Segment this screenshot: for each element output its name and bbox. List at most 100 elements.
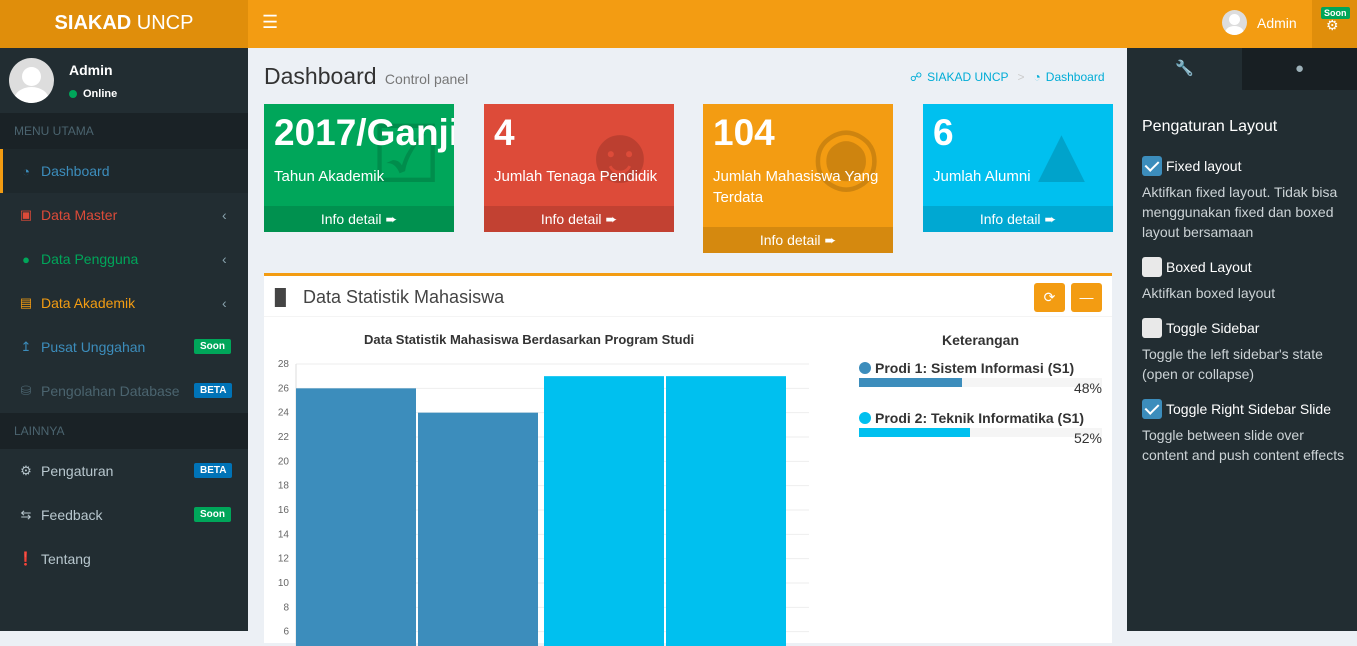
page-title-text: Dashboard <box>264 63 377 89</box>
wrench-icon: 🔧 <box>1175 60 1194 77</box>
brand-logo[interactable]: SIAKAD UNCP <box>0 0 248 48</box>
retweet-icon: ⇆ <box>20 507 32 522</box>
option-label: Toggle Right Sidebar Slide <box>1166 401 1331 417</box>
soon-badge: Soon <box>194 507 231 522</box>
control-sidebar-toggle[interactable]: Soon ⚙ <box>1312 0 1357 48</box>
chevron-left-icon: ‹ <box>222 295 227 311</box>
soon-badge: Soon <box>194 339 231 354</box>
fixed-layout-toggle[interactable]: Fixed layout <box>1142 156 1347 176</box>
sidebar-item-data-master[interactable]: ▣ Data Master ‹ <box>0 193 248 237</box>
info-detail-link[interactable]: Info detail ➨ <box>703 227 893 253</box>
info-icon: ❗ <box>17 551 35 566</box>
y-tick-label: 14 <box>278 529 290 540</box>
avatar <box>9 58 54 103</box>
checkbox[interactable] <box>1142 318 1162 338</box>
option-right-sidebar-slide: Toggle Right Sidebar Slide Toggle betwee… <box>1142 399 1347 465</box>
sidebar-item-label: Tentang <box>41 551 91 567</box>
sidebar-item-dashboard[interactable]: ◔ Dashboard <box>0 149 248 193</box>
option-toggle-sidebar: Toggle Sidebar Toggle the left sidebar's… <box>1142 318 1347 384</box>
option-label: Toggle Sidebar <box>1166 320 1260 336</box>
option-boxed-layout: Boxed Layout Aktifkan boxed layout <box>1142 257 1347 303</box>
stat-box-alumni: ▲ 6 Jumlah Alumni Info detail ➨ <box>923 104 1113 232</box>
sidebar-item-label: Data Akademik <box>41 295 136 311</box>
cogs-icon: ⚙ <box>20 463 32 478</box>
content-wrapper: Dashboard Control panel ☍ SIAKAD UNCP > … <box>248 48 1127 646</box>
info-detail-label: Info detail <box>540 211 602 227</box>
bar-chart: 28262422201816141210864 <box>278 359 809 646</box>
sidebar-item-label: Feedback <box>41 507 103 523</box>
sidebar-item-data-akademik[interactable]: ▤ Data Akademik ‹ <box>0 281 248 325</box>
y-tick-label: 22 <box>278 432 290 443</box>
database-icon: ⛁ <box>20 383 32 398</box>
sidebar-item-tentang[interactable]: ❗ Tentang <box>0 537 248 581</box>
sidebar-item-label: Data Pengguna <box>41 251 139 267</box>
legend-dot-icon <box>859 362 871 374</box>
brand-bold: SIAKAD <box>54 12 132 34</box>
user-menu[interactable]: Admin <box>1222 10 1297 35</box>
info-detail-link[interactable]: Info detail ➨ <box>923 206 1113 232</box>
info-detail-label: Info detail <box>979 211 1041 227</box>
bar-series-1-2[interactable] <box>418 412 538 646</box>
arrow-circle-right-icon: ➨ <box>385 211 398 227</box>
progress-fill <box>859 378 962 387</box>
checkbox[interactable] <box>1142 257 1162 277</box>
bar-series-2-1[interactable] <box>544 376 664 646</box>
arrow-circle-right-icon: ➨ <box>1044 211 1057 227</box>
legend-item-prodi-1: Prodi 1: Sistem Informasi (S1) <box>859 360 1074 376</box>
info-detail-link[interactable]: Info detail ➨ <box>264 206 454 232</box>
bar-chart-icon: ▉ <box>275 290 288 307</box>
sidebar-item-data-pengguna[interactable]: ● Data Pengguna ‹ <box>0 237 248 281</box>
sidebar-item-pengolahan-database[interactable]: ⛁ Pengolahan Database BETA <box>0 369 248 413</box>
tab-skins[interactable]: ● <box>1242 48 1357 90</box>
menu-header-other: LAINNYA <box>0 413 248 449</box>
option-label: Fixed layout <box>1166 158 1242 174</box>
status-label: Online <box>83 88 118 100</box>
toggle-sidebar-toggle[interactable]: Toggle Sidebar <box>1142 318 1347 338</box>
upload-icon: ↥ <box>20 339 32 354</box>
progress-percent: 48% <box>1073 380 1102 396</box>
breadcrumb-item-home[interactable]: SIAKAD UNCP <box>927 70 1008 84</box>
y-tick-label: 8 <box>283 602 289 613</box>
legend-label: Prodi 2: Teknik Informatika (S1) <box>875 410 1085 426</box>
checkbox[interactable] <box>1142 156 1162 176</box>
tab-settings[interactable]: 🔧 <box>1127 48 1242 90</box>
refresh-button[interactable]: ⟳ <box>1034 283 1065 312</box>
bar-series-1-1[interactable] <box>296 388 416 646</box>
dashboard-icon: ◔ <box>22 163 30 179</box>
control-sidebar: 🔧 ● Pengaturan Layout Fixed layout Aktif… <box>1127 48 1357 631</box>
sidebar-item-label: Dashboard <box>41 163 110 179</box>
top-navbar: SIAKAD UNCP ☰ Admin Soon ⚙ <box>0 0 1357 48</box>
collapse-button[interactable]: — <box>1071 283 1102 312</box>
sidebar-item-pusat-unggahan[interactable]: ↥ Pusat Unggahan Soon <box>0 325 248 369</box>
stat-box-mahasiswa: ◉ 104 Jumlah Mahasiswa Yang Terdata Info… <box>703 104 893 253</box>
page-title: Dashboard Control panel <box>264 63 468 90</box>
boxed-layout-toggle[interactable]: Boxed Layout <box>1142 257 1347 277</box>
bar-series-2-2[interactable] <box>666 376 786 646</box>
minus-icon: — <box>1079 289 1094 305</box>
users-icon: ● <box>22 251 30 267</box>
stat-value: 2017/Ganjil <box>274 112 454 153</box>
sidebar-item-feedback[interactable]: ⇆ Feedback Soon <box>0 493 248 537</box>
control-sidebar-tabs: 🔧 ● <box>1127 48 1357 90</box>
sidebar-item-label: Pengolahan Database <box>41 383 180 399</box>
sidebar-item-pengaturan[interactable]: ⚙ Pengaturan BETA <box>0 449 248 493</box>
option-description: Toggle the left sidebar's state (open or… <box>1142 346 1323 382</box>
online-dot-icon <box>69 90 77 98</box>
info-detail-label: Info detail <box>759 232 821 248</box>
option-label: Boxed Layout <box>1166 259 1252 275</box>
bars-icon[interactable]: ☰ <box>262 12 278 33</box>
y-tick-label: 16 <box>278 505 290 516</box>
brand-rest: UNCP <box>131 12 194 34</box>
y-tick-label: 10 <box>278 578 290 589</box>
info-detail-link[interactable]: Info detail ➨ <box>484 206 674 232</box>
y-tick-label: 12 <box>278 554 290 565</box>
checkbox[interactable] <box>1142 399 1162 419</box>
user-panel: Admin Online <box>0 48 248 113</box>
stat-box-tenaga-pendidik: ☻ 4 Jumlah Tenaga Pendidik Info detail ➨ <box>484 104 674 232</box>
right-sidebar-slide-toggle[interactable]: Toggle Right Sidebar Slide <box>1142 399 1347 419</box>
breadcrumb-item-current[interactable]: Dashboard <box>1046 70 1105 84</box>
legend-title: Keterangan <box>942 332 1020 348</box>
archive-icon: ▣ <box>19 207 33 222</box>
option-description: Aktifkan boxed layout <box>1142 285 1276 301</box>
stat-value: 4 <box>494 112 515 153</box>
